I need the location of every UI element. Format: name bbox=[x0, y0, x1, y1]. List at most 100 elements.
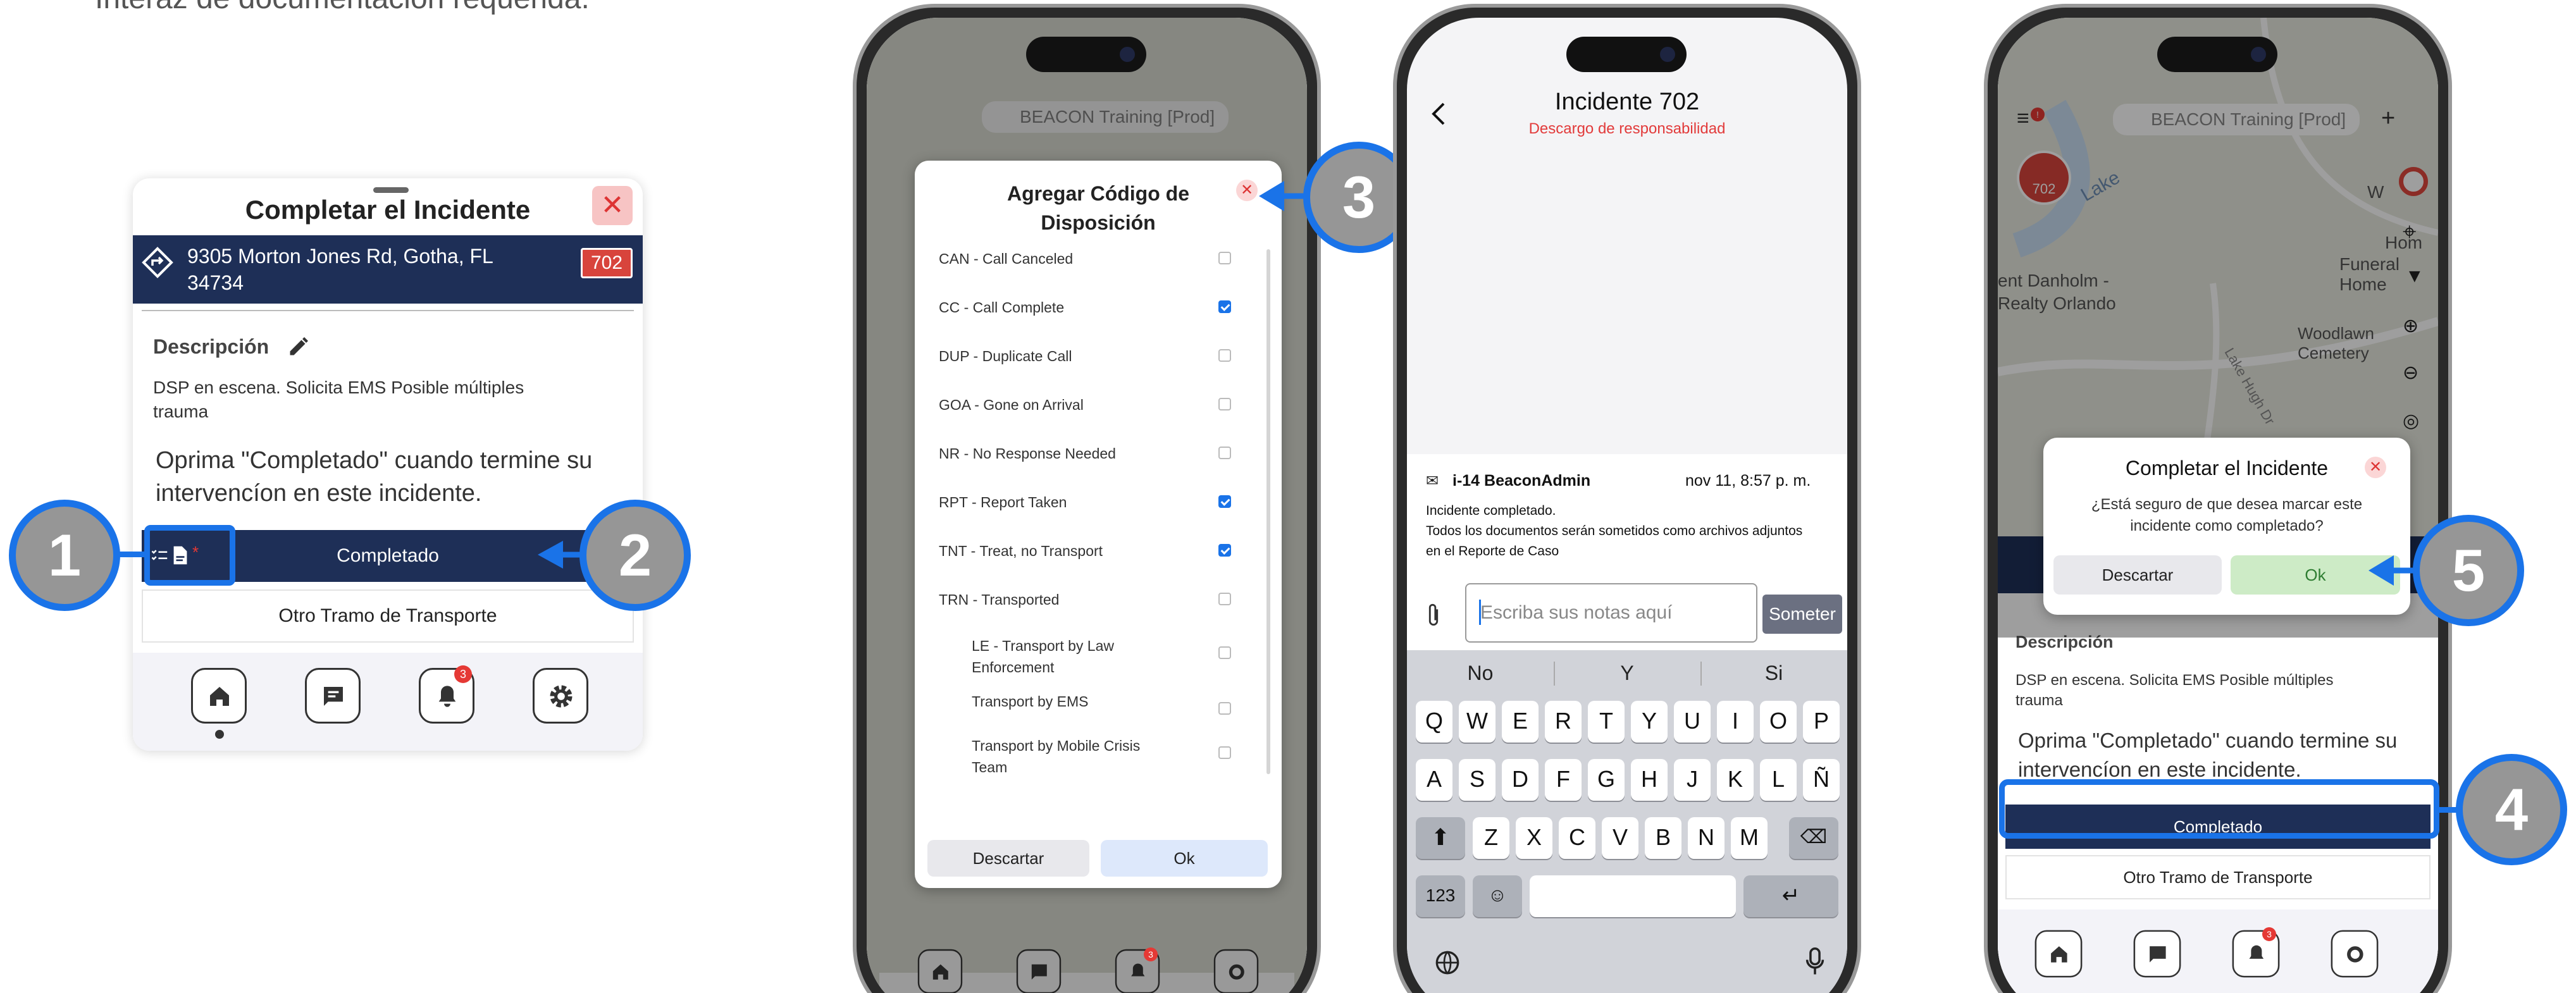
microphone-icon[interactable] bbox=[1805, 947, 1824, 977]
suggestion-2[interactable]: Y bbox=[1554, 654, 1700, 692]
sub-option-checkbox[interactable] bbox=[1218, 702, 1231, 715]
option-checkbox[interactable] bbox=[1218, 349, 1231, 362]
nav-messages-button[interactable] bbox=[305, 668, 361, 724]
key[interactable]: O bbox=[1760, 701, 1797, 743]
dialog-close-button[interactable]: ✕ bbox=[2365, 457, 2386, 478]
key[interactable]: H bbox=[1631, 759, 1668, 801]
key[interactable]: E bbox=[1502, 701, 1539, 743]
emoji-key[interactable]: ☺ bbox=[1473, 875, 1522, 917]
key[interactable]: L bbox=[1760, 759, 1797, 801]
key[interactable]: T bbox=[1588, 701, 1625, 743]
globe-icon[interactable] bbox=[1435, 950, 1460, 975]
ok-button[interactable]: Ok bbox=[1101, 840, 1268, 877]
option-checkbox[interactable] bbox=[1218, 495, 1231, 508]
directions-icon[interactable] bbox=[142, 247, 173, 278]
nav-messages-button[interactable] bbox=[2133, 930, 2181, 978]
key[interactable]: J bbox=[1674, 759, 1711, 801]
discard-button[interactable]: Descartar bbox=[2053, 555, 2222, 595]
nav-messages-button[interactable] bbox=[1016, 949, 1062, 993]
dynamic-island bbox=[1566, 37, 1687, 72]
key[interactable]: K bbox=[1717, 759, 1754, 801]
message-item: ✉ i-14 BeaconAdmin nov 11, 8:57 p. m. In… bbox=[1407, 454, 1847, 581]
nav-home-button[interactable] bbox=[191, 668, 247, 724]
phone-1-screen: BEACON Training [Prod] 3 Agregar Código … bbox=[867, 18, 1307, 993]
key[interactable]: R bbox=[1545, 701, 1582, 743]
option-checkbox[interactable] bbox=[1218, 300, 1231, 313]
sub-option-label-line-2: Team bbox=[972, 759, 1008, 775]
suggestion-1[interactable]: No bbox=[1407, 654, 1554, 692]
callout-1: 1 bbox=[9, 500, 120, 611]
incident-title: Incidente 702 bbox=[1554, 89, 1700, 115]
key[interactable]: D bbox=[1502, 759, 1539, 801]
key[interactable]: A bbox=[1416, 759, 1452, 801]
notification-count-badge: 3 bbox=[2262, 927, 2276, 941]
key[interactable]: C bbox=[1559, 817, 1595, 859]
shift-key[interactable]: ⬆ bbox=[1416, 817, 1465, 859]
address-bar: 9305 Morton Jones Rd, Gotha, FL 34734 70… bbox=[133, 235, 643, 304]
sub-option-checkbox[interactable] bbox=[1218, 646, 1231, 659]
message-author: i-14 BeaconAdmin bbox=[1452, 472, 1591, 490]
key[interactable]: W bbox=[1459, 701, 1495, 743]
gear-icon bbox=[2347, 946, 2363, 963]
key[interactable]: Y bbox=[1631, 701, 1668, 743]
space-key[interactable] bbox=[1530, 875, 1736, 917]
modal-scrollbar[interactable] bbox=[1266, 249, 1270, 774]
key[interactable]: Q bbox=[1416, 701, 1452, 743]
notes-input[interactable]: Escriba sus notas aquí bbox=[1465, 583, 1757, 643]
bell-icon bbox=[2249, 945, 2264, 959]
composer: Escriba sus notas aquí Someter bbox=[1407, 581, 1847, 650]
submit-button[interactable]: Someter bbox=[1762, 595, 1842, 634]
dynamic-island bbox=[1026, 37, 1146, 72]
nav-settings-button[interactable] bbox=[2331, 930, 2379, 978]
active-indicator bbox=[215, 730, 224, 739]
sub-option-label-line-1: Transport by Mobile Crisis bbox=[972, 737, 1141, 754]
key[interactable]: G bbox=[1588, 759, 1625, 801]
option-label: CC - Call Complete bbox=[939, 299, 1065, 316]
sub-option-checkbox[interactable] bbox=[1218, 746, 1231, 759]
other-transport-leg-button[interactable]: Otro Tramo de Transporte bbox=[2005, 855, 2430, 899]
key[interactable]: B bbox=[1645, 817, 1681, 859]
option-checkbox[interactable] bbox=[1218, 544, 1231, 557]
key[interactable]: Ñ bbox=[1803, 759, 1840, 801]
phone-disposition: BEACON Training [Prod] 3 Agregar Código … bbox=[853, 4, 1321, 993]
nav-settings-button[interactable] bbox=[1213, 949, 1259, 993]
attachment-icon[interactable] bbox=[1426, 602, 1441, 627]
modal-close-button[interactable]: ✕ bbox=[1236, 180, 1258, 201]
option-checkbox[interactable] bbox=[1218, 398, 1231, 410]
close-button[interactable]: ✕ bbox=[592, 186, 633, 225]
return-key[interactable]: ↵ bbox=[1743, 875, 1838, 917]
key[interactable]: P bbox=[1803, 701, 1840, 743]
key[interactable]: X bbox=[1516, 817, 1552, 859]
callout-5: 5 bbox=[2413, 515, 2524, 626]
key[interactable]: S bbox=[1459, 759, 1495, 801]
option-checkbox[interactable] bbox=[1218, 447, 1231, 459]
nav-home-button[interactable] bbox=[2034, 930, 2083, 978]
key[interactable]: F bbox=[1545, 759, 1582, 801]
key[interactable]: V bbox=[1602, 817, 1638, 859]
other-transport-leg-button[interactable]: Otro Tramo de Transporte bbox=[142, 589, 634, 643]
nav-settings-button[interactable] bbox=[533, 668, 588, 724]
pencil-icon[interactable] bbox=[287, 335, 310, 358]
sheet-title: Completar el Incidente bbox=[245, 195, 531, 225]
suggestion-3[interactable]: Si bbox=[1700, 654, 1847, 692]
option-checkbox[interactable] bbox=[1218, 593, 1231, 605]
disclaimer-link[interactable]: Descargo de responsabilidad bbox=[1407, 120, 1847, 138]
option-checkbox[interactable] bbox=[1218, 252, 1231, 264]
discard-button[interactable]: Descartar bbox=[927, 840, 1089, 877]
description-line-1: DSP en escena. Solicita EMS Posible múlt… bbox=[153, 378, 524, 397]
chat-icon bbox=[2150, 946, 2166, 963]
callout-2: 2 bbox=[579, 500, 691, 611]
bell-icon bbox=[438, 686, 456, 707]
backspace-key[interactable]: ⌫ bbox=[1789, 817, 1838, 859]
key[interactable]: N bbox=[1688, 817, 1725, 859]
key[interactable]: M bbox=[1731, 817, 1768, 859]
drag-handle[interactable] bbox=[373, 187, 409, 193]
key[interactable]: Z bbox=[1473, 817, 1509, 859]
nav-home-button[interactable] bbox=[917, 949, 963, 993]
numbers-key[interactable]: 123 bbox=[1416, 875, 1465, 917]
description-line-2: trauma bbox=[2016, 692, 2063, 709]
dialog-line-2: incidente como completado? bbox=[2130, 517, 2324, 534]
key[interactable]: I bbox=[1717, 701, 1754, 743]
key[interactable]: U bbox=[1674, 701, 1711, 743]
dialog-line-1: ¿Está seguro de que desea marcar este bbox=[2091, 496, 2363, 513]
